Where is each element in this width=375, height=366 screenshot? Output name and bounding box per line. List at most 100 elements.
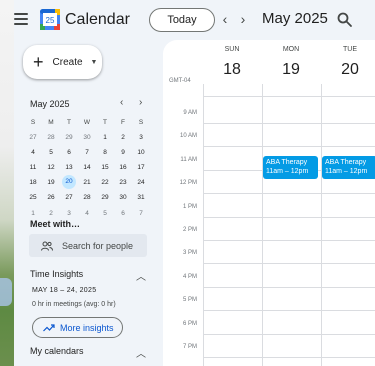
mini-day-cell[interactable]: 28 [78,190,96,205]
mini-day-number: 14 [83,164,91,172]
mini-day-number: 18 [29,179,37,187]
collapse-time-insights-icon[interactable]: ︿ [136,268,146,283]
mini-calendar-grid: S M T W T F S 27 28 29 30 1 2 3 4 5 6 7 8 9 10 11 12 13 14 15 16 17… [24,115,150,221]
mini-day-cell[interactable]: 15 [96,160,114,175]
mini-day-cell[interactable]: 26 [42,190,60,205]
day-column-header[interactable]: SUN 18 [203,46,261,79]
mini-day-cell[interactable]: 12 [42,160,60,175]
mini-weekday-label: F [121,119,125,126]
day-date[interactable]: 18 [203,61,261,79]
mini-day-cell[interactable]: 29 [96,190,114,205]
mini-day-number: 2 [121,134,125,142]
hour-gridline [203,146,375,148]
mini-day-cell[interactable]: 25 [24,190,42,205]
today-button[interactable]: Today [149,8,215,32]
mini-day-cell[interactable]: 17 [132,160,150,175]
mini-day-cell[interactable]: 14 [78,160,96,175]
mini-calendar-next-icon[interactable]: › [139,97,142,108]
wallpaper-shape [0,278,12,306]
mini-day-cell[interactable]: 7 [78,145,96,160]
day-column-header[interactable]: MON 19 [262,46,320,79]
mini-day-cell[interactable]: 3 [132,130,150,145]
day-column-header[interactable]: TUE 20 [321,46,375,79]
mini-day-cell[interactable]: 6 [60,145,78,160]
dropdown-caret-icon: ▼ [90,58,98,66]
calendar-event[interactable]: ABA Therapy 11am – 12pm [263,155,318,179]
mini-day-number: 10 [137,149,145,157]
mini-day-cell[interactable]: 30 [78,130,96,145]
more-insights-button[interactable]: More insights [32,317,123,338]
mini-day-cell[interactable]: 30 [114,190,132,205]
mini-day-cell[interactable]: 6 [114,206,132,221]
mini-day-cell[interactable]: 13 [60,160,78,175]
mini-day-cell[interactable]: 19 [42,175,60,190]
mini-day-cell[interactable]: 11 [24,160,42,175]
mini-day-number: 20 [62,175,76,190]
search-icon[interactable] [336,11,354,29]
day-name: TUE [343,46,357,53]
mini-day-cell[interactable]: 31 [132,190,150,205]
search-people-input[interactable]: Search for people [29,234,147,257]
create-button[interactable]: + Create ▼ [23,45,102,79]
mini-day-number: 29 [101,194,109,202]
mini-day-number: 27 [29,134,37,142]
mini-weekday-label: T [67,119,71,126]
main-menu-icon[interactable] [14,13,28,25]
plus-icon: + [33,52,44,72]
mini-day-cell[interactable]: 27 [24,130,42,145]
calendar-logo-icon[interactable]: 25 [40,9,60,30]
mini-day-cell[interactable]: 2 [114,130,132,145]
mini-day-number: 16 [119,164,127,172]
hour-label: 10 AM [179,133,197,140]
time-insights-meetings: 0 hr in meetings (avg: 0 hr) [32,301,116,308]
mini-day-cell[interactable]: 7 [132,206,150,221]
previous-period-button[interactable]: ‹ [217,10,233,28]
mini-day-cell[interactable]: 16 [114,160,132,175]
event-title: ABA Therapy [325,158,367,166]
mini-day-number: 30 [83,134,91,142]
mini-day-cell[interactable]: 18 [24,175,42,190]
mini-weekday-label: W [83,119,91,126]
mini-day-cell[interactable]: 4 [78,206,96,221]
search-people-placeholder: Search for people [62,240,134,251]
mini-day-cell[interactable]: 8 [96,145,114,160]
calendar-event[interactable]: ABA Therapy 11am – 12pm [322,155,375,179]
mini-day-cell[interactable]: 29 [60,130,78,145]
mini-day-cell[interactable]: 27 [60,190,78,205]
event-title: ABA Therapy [266,158,308,166]
hour-label: 4 PM [182,273,197,280]
mini-day-number: 27 [65,194,73,202]
mini-day-cell[interactable]: 9 [114,145,132,160]
mini-day-cell[interactable]: 5 [96,206,114,221]
mini-day-cell[interactable]: 5 [42,145,60,160]
mini-calendar-prev-icon[interactable]: ‹ [120,97,123,108]
time-insights-title: Time Insights [30,269,84,279]
hour-gridline [203,286,375,288]
collapse-my-calendars-icon[interactable]: ︿ [136,345,146,360]
mini-day-number: 12 [47,164,55,172]
mini-day-number: 21 [83,179,91,187]
mini-day-cell[interactable]: 28 [42,130,60,145]
mini-day-cell[interactable]: 10 [132,145,150,160]
mini-day-number: 7 [85,149,89,157]
mini-day-cell[interactable]: 1 [96,130,114,145]
time-insights-range: MAY 18 – 24, 2025 [32,287,97,294]
mini-day-cell[interactable]: 22 [96,175,114,190]
next-period-button[interactable]: › [235,10,251,28]
hour-label: 12 PM [179,180,197,187]
mini-day-number: 13 [65,164,73,172]
day-date[interactable]: 19 [262,61,320,79]
mini-day-number: 5 [103,209,107,217]
mini-day-number: 25 [29,194,37,202]
mini-day-cell[interactable]: 4 [24,145,42,160]
week-grid[interactable]: GMT-04 SUN 18 MON 19 TUE 20 9 AM 10 AM 11 AM 12 P… [163,40,375,366]
mini-weekday-label: T [103,119,107,126]
day-date[interactable]: 20 [321,61,375,79]
mini-day-number: 24 [137,179,145,187]
hour-gridline [203,216,375,218]
mini-day-cell[interactable]: 20 [60,175,78,190]
mini-day-number: 1 [103,134,107,142]
mini-day-cell[interactable]: 21 [78,175,96,190]
mini-day-cell[interactable]: 24 [132,175,150,190]
mini-day-cell[interactable]: 23 [114,175,132,190]
